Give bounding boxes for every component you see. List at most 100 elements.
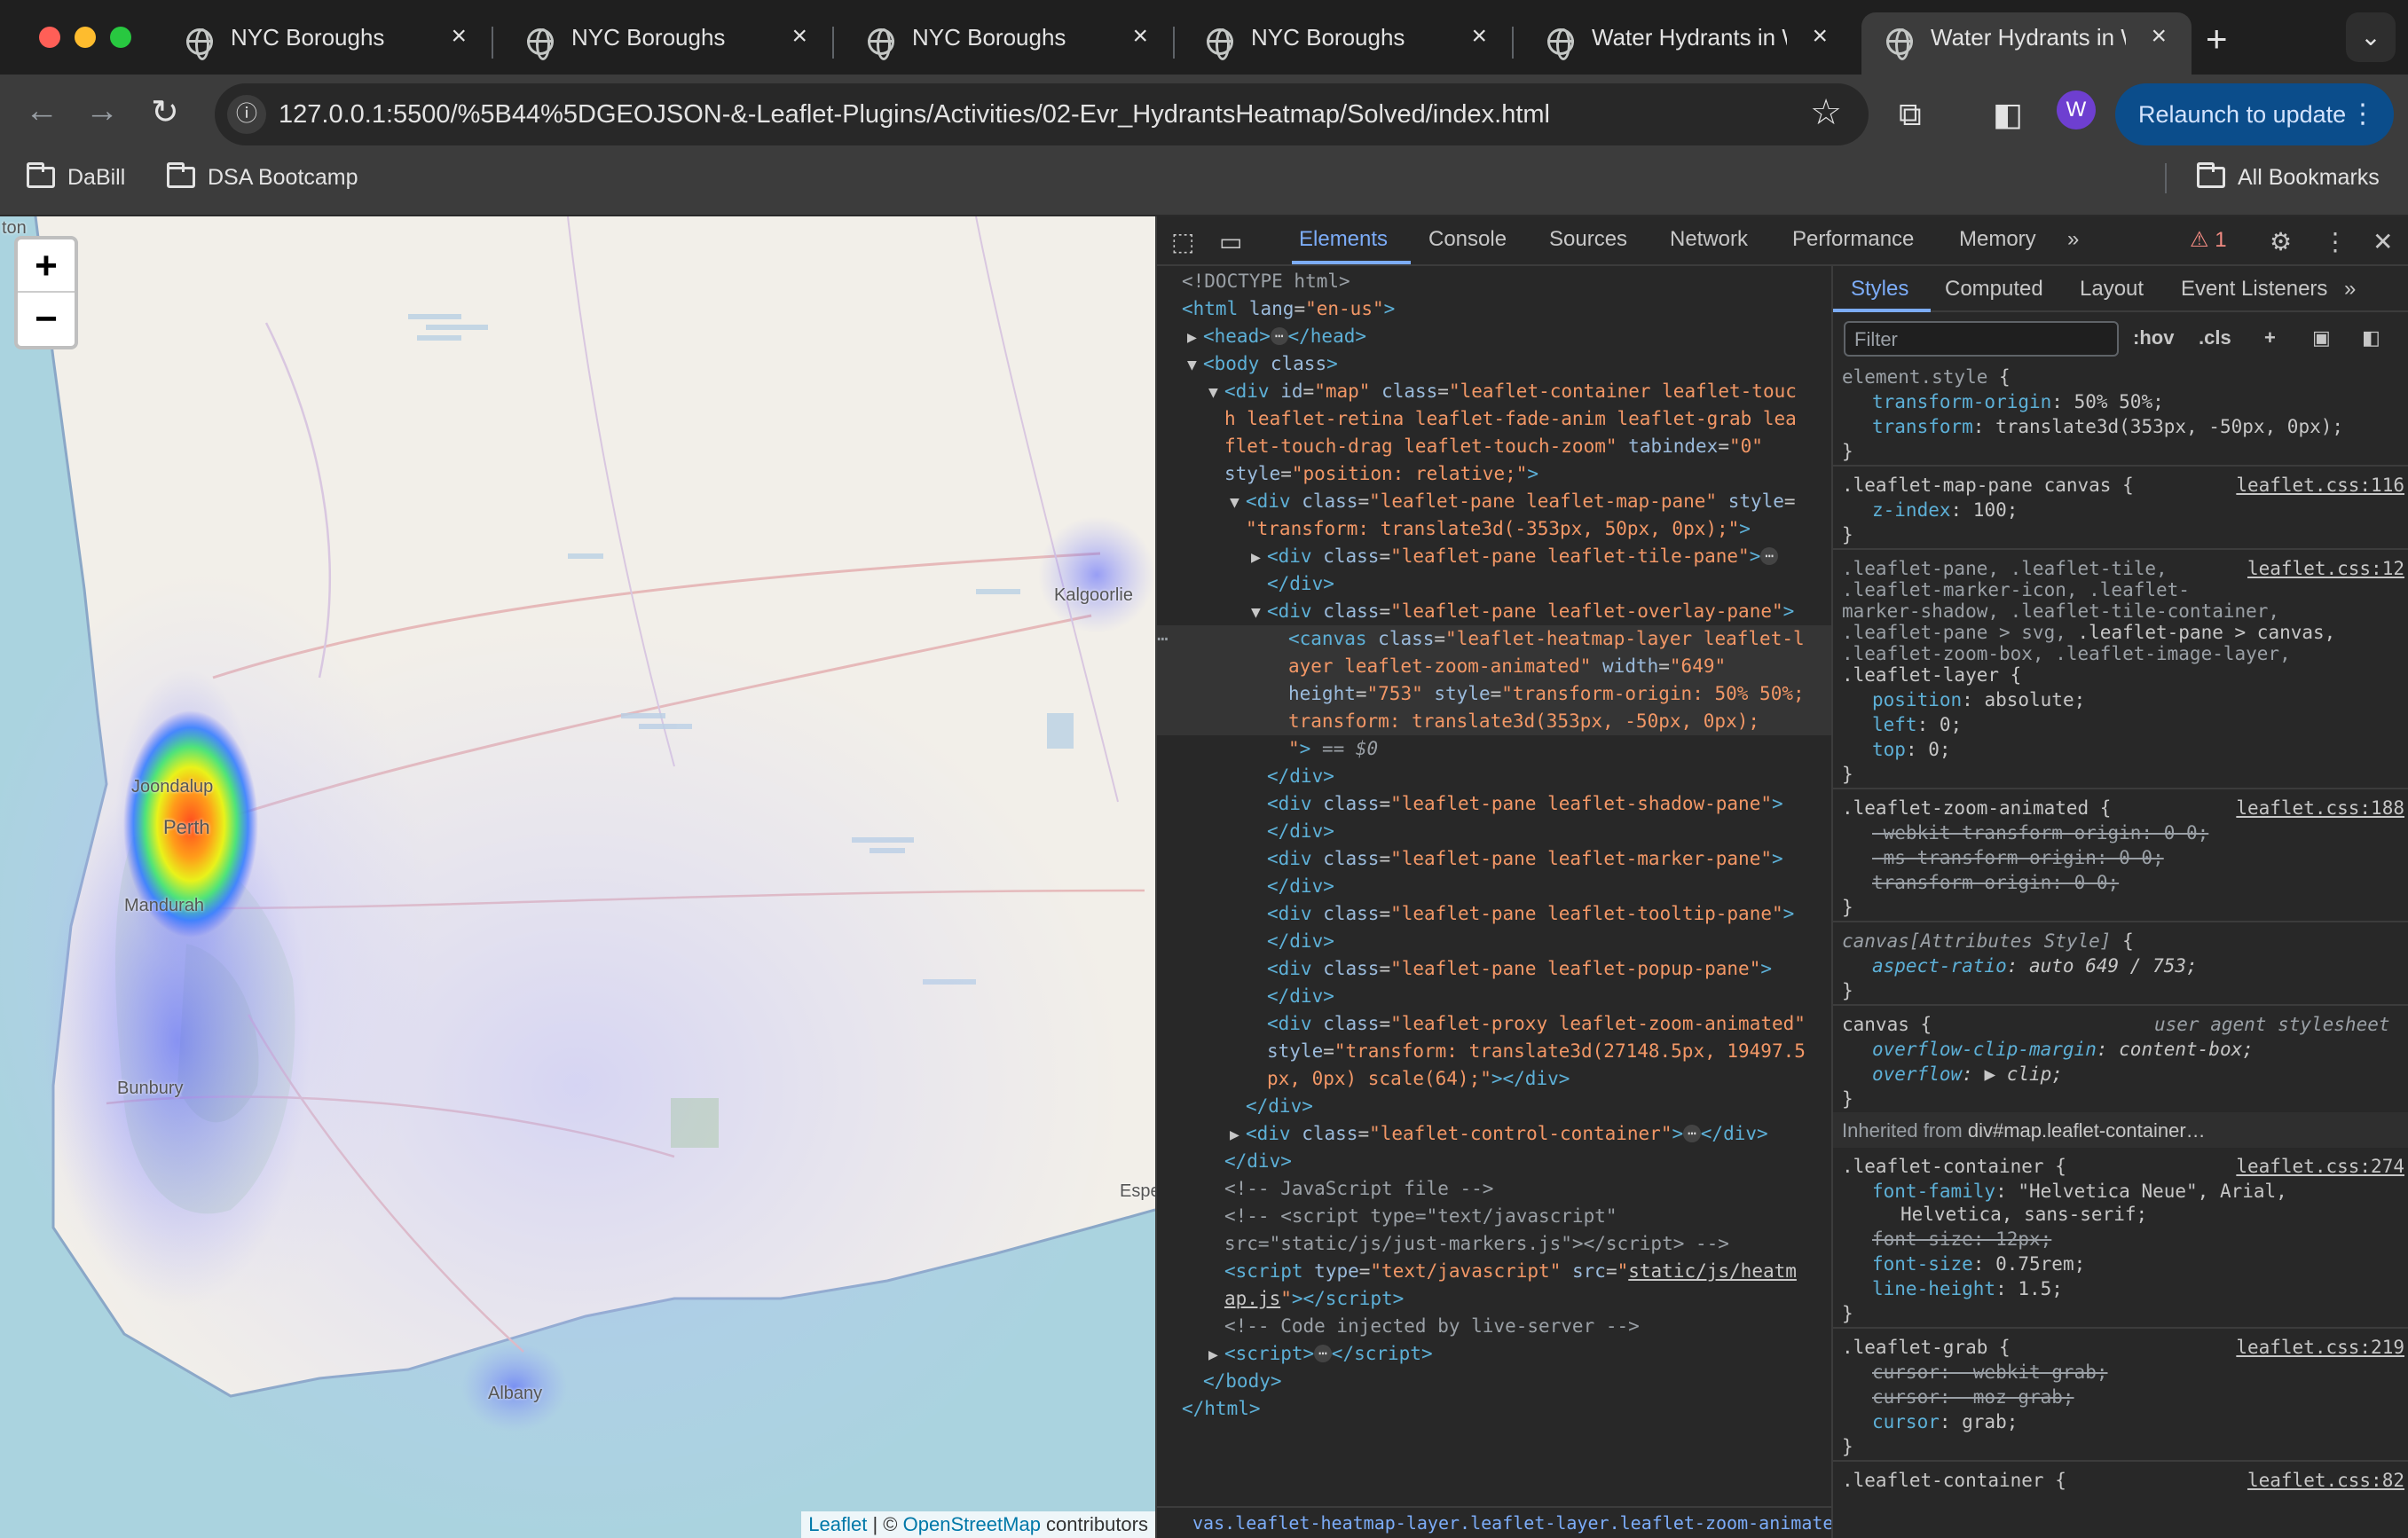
forward-button[interactable]: → (85, 92, 119, 130)
minimize-window-button[interactable] (75, 27, 96, 48)
browser-tab[interactable]: NYC Boroughs × (161, 12, 493, 75)
more-tabs-icon[interactable]: » (2344, 277, 2356, 302)
dom-node[interactable]: <div class="leaflet-proxy leaflet-zoom-a… (1267, 1010, 1806, 1038)
reload-button[interactable]: ↻ (151, 92, 179, 132)
close-devtools-icon[interactable]: ✕ (2373, 227, 2393, 256)
tab-elements[interactable]: Elements (1299, 227, 1388, 252)
tab-sources[interactable]: Sources (1549, 227, 1627, 252)
avatar[interactable]: W (2057, 90, 2096, 129)
bookmark-folder-dsa-bootcamp[interactable]: DSA Bootcamp (167, 162, 358, 191)
address-bar[interactable]: ⓘ 127.0.0.1:5500/%5B44%5DGEOJSON-&-Leafl… (215, 83, 1869, 145)
more-menu-icon[interactable]: ⋮ (2349, 83, 2376, 145)
osm-link[interactable]: OpenStreetMap (903, 1513, 1041, 1535)
inherited-header: Inherited from div#map.leaflet-container… (1833, 1112, 2408, 1148)
bookmarks-bar: DaBill DSA Bootcamp All Bookmarks (0, 154, 2408, 216)
dom-node[interactable]: ▶ <div class="leaflet-control-container">… (1230, 1120, 1768, 1148)
city-label: Bunbury (117, 1079, 184, 1098)
styles-pane: Styles Computed Layout Event Listeners »… (1833, 266, 2408, 1538)
tab-performance[interactable]: Performance (1792, 227, 1914, 252)
url-text[interactable]: 127.0.0.1:5500/%5B44%5DGEOJSON-&-Leaflet… (279, 100, 1550, 129)
close-tab-icon[interactable]: × (1812, 21, 1828, 51)
leaflet-map[interactable]: + − ton Kalgoorlie Joondalup Perth Mandu… (0, 216, 1155, 1538)
city-label: Perth (163, 816, 210, 838)
tab-title: NYC Boroughs (912, 24, 1066, 51)
side-panel-icon[interactable]: ◧ (1993, 96, 2023, 133)
breadcrumb[interactable]: vas.leaflet-heatmap-layer.leaflet-layer.… (1157, 1506, 1831, 1538)
dom-node[interactable]: ▼ <div class="leaflet-pane leaflet-overla… (1251, 598, 1794, 625)
tab-title: Water Hydrants in We (1592, 24, 1787, 51)
tab-styles[interactable]: Styles (1851, 277, 1908, 302)
extensions-icon[interactable]: ⧉ (1899, 96, 1922, 134)
close-tab-icon[interactable]: × (451, 21, 467, 51)
city-label: Kalgoorlie (1054, 585, 1133, 605)
browser-tab[interactable]: NYC Boroughs × (843, 12, 1175, 75)
hov-toggle[interactable]: :hov (2133, 326, 2174, 349)
folder-icon (2197, 162, 2225, 188)
dom-node[interactable]: <html lang="en-us"> (1182, 295, 1395, 323)
dom-node[interactable]: <script type="text/javascript" src="stat… (1224, 1258, 1797, 1285)
dom-node[interactable]: <div class="leaflet-pane leaflet-tooltip… (1267, 900, 1794, 928)
dom-node[interactable]: <div class="leaflet-pane leaflet-shadow-… (1267, 790, 1783, 818)
map-tiles (0, 216, 1155, 1538)
tab-network[interactable]: Network (1670, 227, 1748, 252)
warnings-badge[interactable]: ⚠ 1 (2190, 227, 2227, 253)
browser-tab[interactable]: NYC Boroughs × (1182, 12, 1514, 75)
dom-node[interactable]: ▼ <div class="leaflet-pane leaflet-map-pa… (1230, 488, 1796, 515)
inherited-target[interactable]: div#map.leaflet-container… (1968, 1119, 2206, 1142)
dom-tree[interactable]: <!DOCTYPE html> <html lang="en-us"> ▶ <he… (1157, 266, 1831, 1526)
dom-node[interactable]: ▶ <script> ⋯ </script> (1208, 1340, 1433, 1368)
maximize-window-button[interactable] (110, 27, 131, 48)
dom-node[interactable]: ▶ <head> ⋯ </head> (1187, 323, 1366, 350)
tab-memory[interactable]: Memory (1959, 227, 2036, 252)
cls-toggle[interactable]: .cls (2199, 326, 2231, 349)
settings-gear-icon[interactable]: ⚙ (2270, 227, 2292, 256)
more-tabs-icon[interactable]: » (2067, 227, 2079, 252)
dom-node[interactable]: ▼ <body class> (1187, 350, 1338, 378)
attribution-tail: contributors (1040, 1513, 1148, 1535)
city-label: Mandurah (124, 896, 205, 915)
close-tab-icon[interactable]: × (2151, 21, 2167, 51)
tab-strip: NYC Boroughs × NYC Boroughs × NYC Boroug… (0, 0, 2408, 75)
bookmark-star-icon[interactable]: ☆ (1810, 92, 1842, 133)
device-toolbar-icon[interactable]: ▭ (1219, 227, 1242, 256)
dom-node[interactable]: ▼ <div id="map" class="leaflet-container … (1208, 378, 1797, 405)
globe-icon (1886, 28, 1913, 60)
close-tab-icon[interactable]: × (791, 21, 807, 51)
folder-icon (27, 162, 55, 188)
tab-layout[interactable]: Layout (2080, 277, 2144, 302)
dom-node[interactable]: <!DOCTYPE html> (1182, 268, 1350, 295)
browser-window: NYC Boroughs × NYC Boroughs × NYC Boroug… (0, 0, 2408, 1538)
globe-icon (868, 28, 894, 60)
close-tab-icon[interactable]: × (1471, 21, 1487, 51)
close-tab-icon[interactable]: × (1132, 21, 1148, 51)
relaunch-button[interactable]: Relaunch to update ⋮ (2115, 83, 2394, 145)
leaflet-link[interactable]: Leaflet (808, 1513, 867, 1535)
zoom-out-button[interactable]: − (18, 293, 75, 346)
toggle-sidebar-icon[interactable]: ◧ (2362, 326, 2380, 349)
paint-icon[interactable]: ▣ (2312, 326, 2331, 349)
back-button[interactable]: ← (25, 92, 59, 130)
tab-event-listeners[interactable]: Event Listeners (2181, 277, 2327, 302)
browser-tab[interactable]: Water Hydrants in We × (1523, 12, 1853, 75)
styles-filter-input[interactable]: Filter (1844, 321, 2119, 357)
new-rule-icon[interactable]: + (2264, 326, 2276, 349)
bookmark-folder-dabill[interactable]: DaBill (27, 162, 125, 191)
browser-tab[interactable]: NYC Boroughs × (502, 12, 834, 75)
new-tab-button[interactable]: + (2206, 18, 2228, 60)
dom-node[interactable]: <div class="leaflet-pane leaflet-marker-… (1267, 845, 1783, 873)
inspect-element-icon[interactable]: ⬚ (1171, 227, 1194, 256)
dom-node[interactable]: ▶ <div class="leaflet-pane leaflet-tile-p… (1251, 543, 1778, 570)
breadcrumb-path: vas.leaflet-heatmap-layer.leaflet-layer.… (1192, 1512, 1831, 1534)
zoom-in-button[interactable]: + (18, 239, 75, 293)
tab-computed[interactable]: Computed (1945, 277, 2043, 302)
site-info-icon[interactable]: ⓘ (227, 95, 266, 134)
tab-search-button[interactable]: ⌄ (2346, 12, 2396, 62)
browser-tab-active[interactable]: Water Hydrants in We × (1861, 12, 2192, 75)
close-window-button[interactable] (39, 27, 60, 48)
tab-console[interactable]: Console (1428, 227, 1507, 252)
toolbar: ← → ↻ ⓘ 127.0.0.1:5500/%5B44%5DGEOJSON-&… (0, 75, 2408, 154)
devtools-menu-icon[interactable]: ⋮ (2323, 227, 2348, 256)
all-bookmarks[interactable]: All Bookmarks (2197, 162, 2380, 191)
globe-icon (527, 28, 554, 60)
dom-node[interactable]: <div class="leaflet-pane leaflet-popup-p… (1267, 955, 1772, 983)
